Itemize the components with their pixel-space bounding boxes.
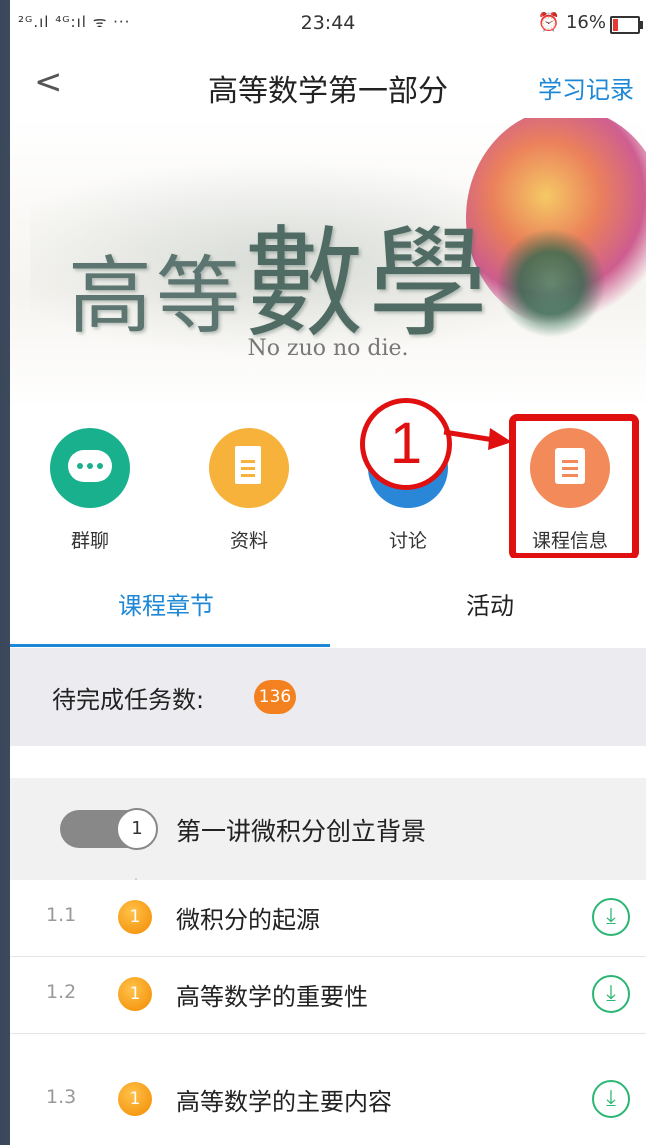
battery-text: ⏰ 16%	[537, 12, 606, 33]
chapter-number: 1	[116, 808, 158, 850]
battery-icon	[610, 16, 643, 34]
lesson-row[interactable]: 1.3 1 高等数学的主要内容 ⤓	[10, 1034, 646, 1145]
lesson-title: 微积分的起源	[176, 906, 320, 934]
document-icon	[209, 428, 289, 508]
lesson-title: 高等数学的重要性	[176, 983, 368, 1011]
group-chat-button[interactable]: 群聊	[40, 428, 140, 553]
download-icon[interactable]: ⤓	[592, 1080, 630, 1118]
status-bar: ²ᴳ.ıl ⁴ᴳ:ıl ᯤ ··· 23:44 ⏰ 16%	[10, 0, 646, 48]
course-banner: 高等數學 No zuo no die.	[10, 118, 646, 408]
tab-activities[interactable]: 活动	[466, 586, 514, 621]
banner-heading: 高等數學	[68, 215, 493, 354]
lesson-row[interactable]: 1.1 1 微积分的起源 ⤓	[10, 880, 646, 957]
lesson-title: 高等数学的主要内容	[176, 1088, 392, 1116]
annotation-highlight-box	[509, 414, 639, 560]
materials-button[interactable]: 资料	[199, 428, 299, 553]
chat-icon	[50, 428, 130, 508]
pending-tasks-bar: 待完成任务数: 136	[10, 648, 646, 746]
pending-tasks-label: 待完成任务数:	[52, 686, 205, 714]
lesson-row[interactable]: 1.2 1 高等数学的重要性 ⤓	[10, 957, 646, 1034]
lesson-badge: 1	[118, 900, 152, 934]
top-nav-bar: < 高等数学第一部分 学习记录	[10, 48, 646, 118]
banner-motto: No zuo no die.	[247, 336, 409, 361]
annotation-arrow-icon	[443, 428, 512, 450]
lesson-badge: 1	[118, 1082, 152, 1116]
course-tabs: 课程章节 活动	[10, 558, 646, 647]
download-icon[interactable]: ⤓	[592, 975, 630, 1013]
chapter-title: 第一讲微积分创立背景	[176, 817, 427, 846]
lesson-badge: 1	[118, 977, 152, 1011]
annotation-number: 1	[360, 398, 452, 490]
active-tab-indicator	[10, 644, 330, 647]
tab-course-chapters[interactable]: 课程章节	[118, 586, 214, 621]
study-record-link[interactable]: 学习记录	[538, 70, 634, 105]
chapter-header[interactable]: 1 第一讲微积分创立背景	[10, 778, 646, 881]
phone-screen: ²ᴳ.ıl ⁴ᴳ:ıl ᯤ ··· 23:44 ⏰ 16% < 高等数学第一部分…	[10, 0, 646, 1145]
pending-count-badge: 136	[254, 680, 296, 714]
download-icon[interactable]: ⤓	[592, 898, 630, 936]
